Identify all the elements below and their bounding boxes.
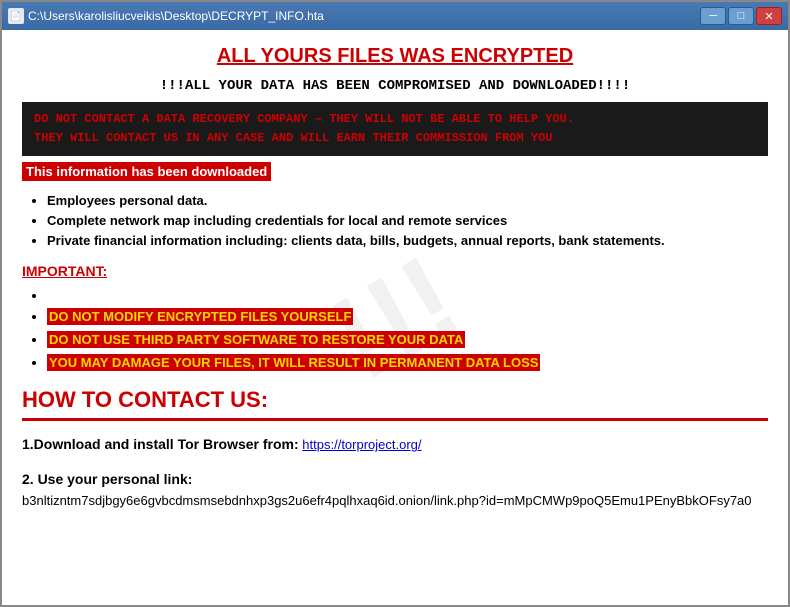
bullet-item-2: Complete network map including credentia… (47, 213, 768, 228)
application-window: 📄 C:\Users\karolisliucveikis\Desktop\DEC… (0, 0, 790, 607)
warning-list: DO NOT MODIFY ENCRYPTED FILES YOURSELF D… (22, 287, 768, 372)
main-title: ALL YOURS FILES WAS ENCRYPTED (22, 45, 768, 68)
content-area[interactable]: !!! ALL YOURS FILES WAS ENCRYPTED !!!ALL… (2, 30, 788, 605)
how-to-contact-section: HOW TO CONTACT US: (22, 387, 768, 421)
warning-line2: THEY WILL CONTACT US IN ANY CASE AND WIL… (34, 129, 756, 148)
bullet-item-3: Private financial information including:… (47, 233, 768, 248)
warning-item-blank (47, 287, 768, 303)
step2-label: 2. Use your personal link: (22, 468, 768, 490)
bullet-item-1: Employees personal data. (47, 193, 768, 208)
onion-link: b3nltizntm7sdjbgy6e6gvbcdmsmsebdnhxp3gs2… (22, 491, 768, 512)
title-bar-controls: ─ □ ✕ (700, 7, 782, 25)
title-bar: 📄 C:\Users\karolisliucveikis\Desktop\DEC… (2, 2, 788, 30)
step1-label: 1.Download and install Tor Browser from: (22, 436, 299, 452)
info-downloaded-wrapper: This information has been downloaded (22, 162, 768, 193)
page-content: ALL YOURS FILES WAS ENCRYPTED !!!ALL YOU… (22, 45, 768, 511)
warning-item-1: DO NOT MODIFY ENCRYPTED FILES YOURSELF (47, 308, 768, 326)
tor-link[interactable]: https://torproject.org/ (302, 437, 421, 452)
warning-line1: DO NOT CONTACT A DATA RECOVERY COMPANY –… (34, 110, 756, 129)
warning-block: DO NOT CONTACT A DATA RECOVERY COMPANY –… (22, 102, 768, 156)
step1: 1.Download and install Tor Browser from:… (22, 433, 768, 456)
info-downloaded-badge: This information has been downloaded (22, 162, 271, 181)
maximize-button[interactable]: □ (728, 7, 754, 25)
minimize-button[interactable]: ─ (700, 7, 726, 25)
window-icon: 📄 (8, 8, 24, 24)
data-list: Employees personal data. Complete networ… (22, 193, 768, 248)
step2: 2. Use your personal link: b3nltizntm7sd… (22, 468, 768, 511)
close-button[interactable]: ✕ (756, 7, 782, 25)
warning-item-3: YOU MAY DAMAGE YOUR FILES, IT WILL RESUL… (47, 354, 768, 372)
important-label: IMPORTANT: (22, 263, 768, 279)
how-to-contact-heading: HOW TO CONTACT US: (22, 387, 768, 413)
subtitle: !!!ALL YOUR DATA HAS BEEN COMPROMISED AN… (22, 78, 768, 94)
warning-item-2: DO NOT USE THIRD PARTY SOFTWARE TO RESTO… (47, 331, 768, 349)
window-title: C:\Users\karolisliucveikis\Desktop\DECRY… (28, 9, 324, 23)
title-bar-left: 📄 C:\Users\karolisliucveikis\Desktop\DEC… (8, 8, 324, 24)
